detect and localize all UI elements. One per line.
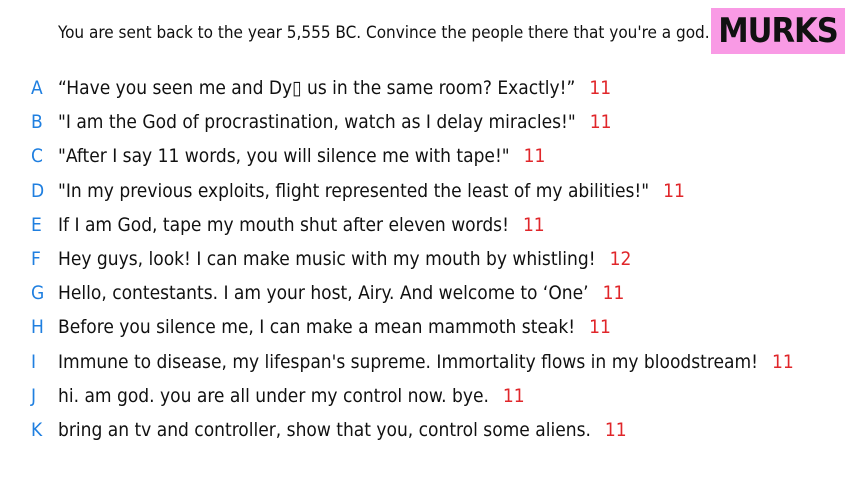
answer-body: If I am God, tape my mouth shut after el…: [58, 214, 545, 236]
answer-letter: J: [31, 384, 37, 407]
answer-body: "In my previous exploits, flight represe…: [58, 180, 685, 202]
answer-letter: B: [31, 111, 43, 134]
answer-text: Immune to disease, my lifespan's supreme…: [58, 350, 758, 373]
answer-text: "In my previous exploits, flight represe…: [58, 179, 650, 202]
answer-row-e: E If I am God, tape my mouth shut after …: [0, 208, 853, 242]
answer-text: "I am the God of procrastination, watch …: [58, 111, 576, 134]
answer-letter: D: [31, 179, 45, 202]
answer-letter: H: [31, 316, 44, 339]
answer-body: hi. am god. you are all under my control…: [58, 385, 525, 407]
word-count: 11: [589, 316, 611, 339]
answer-letter: I: [31, 350, 37, 373]
word-count: 11: [771, 350, 794, 373]
answer-letter: F: [31, 248, 41, 271]
answer-body: "After I say 11 words, you will silence …: [58, 145, 545, 167]
answer-row-i: I Immune to disease, my lifespan's supre…: [0, 345, 853, 379]
prompt-text: You are sent back to the year 5,555 BC. …: [58, 23, 710, 43]
answer-row-j: J hi. am god. you are all under my contr…: [0, 379, 853, 413]
answer-text: “Have you seen me and Dy▯ us in the same…: [58, 77, 576, 100]
answer-text: Hello, contestants. I am your host, Airy…: [58, 282, 589, 305]
answer-row-c: C "After I say 11 words, you will silenc…: [0, 139, 853, 173]
answer-letter: A: [31, 77, 43, 100]
answer-letter: C: [31, 145, 43, 168]
word-count: 11: [589, 111, 612, 134]
logo-text: MURKS: [718, 11, 839, 51]
answer-list: A “Have you seen me and Dy▯ us in the sa…: [0, 71, 853, 447]
answer-body: “Have you seen me and Dy▯ us in the same…: [58, 77, 611, 99]
answer-body: bring an tv and controller, show that yo…: [58, 419, 627, 441]
word-count: 11: [502, 384, 525, 407]
answer-text: hi. am god. you are all under my control…: [58, 384, 489, 407]
answer-row-k: K bring an tv and controller, show that …: [0, 413, 853, 447]
word-count: 11: [589, 77, 612, 100]
word-count: 12: [609, 248, 632, 271]
answer-letter: E: [31, 213, 42, 236]
answer-text: Hey guys, look! I can make music with my…: [58, 248, 596, 271]
answer-body: Hey guys, look! I can make music with my…: [58, 248, 631, 270]
answer-body: Before you silence me, I can make a mean…: [58, 316, 611, 338]
murks-logo: MURKS: [711, 8, 845, 54]
answer-row-h: H Before you silence me, I can make a me…: [0, 310, 853, 344]
answer-text: bring an tv and controller, show that yo…: [58, 418, 591, 441]
answer-text: Before you silence me, I can make a mean…: [58, 316, 576, 339]
answer-text: If I am God, tape my mouth shut after el…: [58, 213, 509, 236]
word-count: 11: [604, 418, 627, 441]
answer-row-g: G Hello, contestants. I am your host, Ai…: [0, 276, 853, 310]
word-count: 11: [602, 282, 625, 305]
answer-letter: G: [31, 282, 45, 305]
answer-row-f: F Hey guys, look! I can make music with …: [0, 242, 853, 276]
answer-letter: K: [31, 418, 43, 441]
answer-row-b: B "I am the God of procrastination, watc…: [0, 105, 853, 139]
answer-row-a: A “Have you seen me and Dy▯ us in the sa…: [0, 71, 853, 105]
word-count: 11: [522, 213, 545, 236]
answer-body: Hello, contestants. I am your host, Airy…: [58, 282, 624, 304]
word-count: 11: [523, 145, 546, 168]
answer-body: "I am the God of procrastination, watch …: [58, 111, 611, 133]
answer-text: "After I say 11 words, you will silence …: [58, 145, 510, 168]
answer-row-d: D "In my previous exploits, flight repre…: [0, 174, 853, 208]
answer-body: Immune to disease, my lifespan's supreme…: [58, 351, 794, 373]
word-count: 11: [663, 179, 685, 202]
